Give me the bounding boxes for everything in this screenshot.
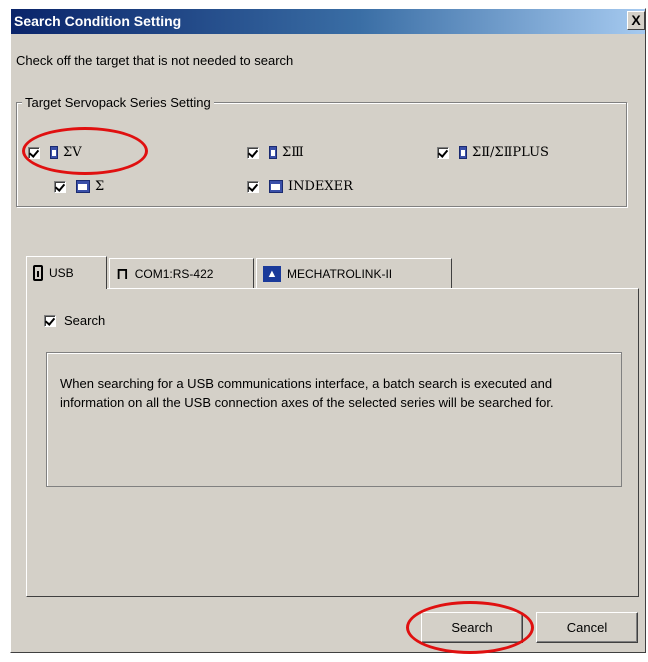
checkbox-checked[interactable] [247,180,259,193]
servopack-icon [459,146,467,159]
tab-mechatrolink-ii[interactable]: ▲ MECHATROLINK-II [256,258,452,288]
checkbox-checked[interactable] [44,314,56,327]
series-label: Σ [95,179,105,194]
dialog-title: Search Condition Setting [14,13,182,29]
instruction-text: Check off the target that is not needed … [16,53,294,68]
checkbox-checked[interactable] [247,146,259,159]
cancel-button-label: Cancel [566,620,608,635]
checkbox-checked[interactable] [54,180,66,193]
title-bar[interactable]: Search Condition Setting X [11,9,645,34]
series-checkbox-indexer[interactable]: INDEXER [247,179,353,194]
close-icon: X [631,12,641,28]
series-label: ΣⅡ/ΣⅡPLUS [472,145,549,160]
servopack-icon [269,146,277,159]
indexer-icon [269,180,283,193]
usb-info-box [46,352,622,487]
series-checkbox-sigma[interactable]: Σ [54,179,104,194]
search-checkbox-label: Search [64,313,106,328]
series-groupbox-legend: Target Servopack Series Setting [22,95,214,110]
serial-port-icon: ⊓ [116,264,129,283]
series-checkbox-sigma-ii-plus[interactable]: ΣⅡ/ΣⅡPLUS [437,145,549,160]
servopack-icon [76,180,90,193]
series-label: INDEXER [288,179,353,194]
cancel-button[interactable]: Cancel [536,612,638,643]
tab-usb[interactable]: USB [26,256,107,289]
series-label: ΣⅢ [282,145,304,160]
series-checkbox-sigma-iii[interactable]: ΣⅢ [247,145,304,160]
close-button[interactable]: X [627,11,645,30]
mechatrolink-icon: ▲ [263,265,281,282]
usb-icon [33,265,43,281]
highlight-ellipse-sigma-v [22,127,148,175]
usb-search-checkbox[interactable]: Search [44,313,105,328]
usb-info-text: When searching for a USB communications … [60,376,554,410]
tab-label: USB [49,266,74,280]
tab-label: MECHATROLINK-II [287,266,393,281]
tab-label: COM1:RS-422 [134,266,214,281]
highlight-ellipse-search-button [406,601,534,654]
tab-com1-rs422[interactable]: ⊓ COM1:RS-422 [109,258,254,288]
checkbox-checked[interactable] [437,146,449,159]
